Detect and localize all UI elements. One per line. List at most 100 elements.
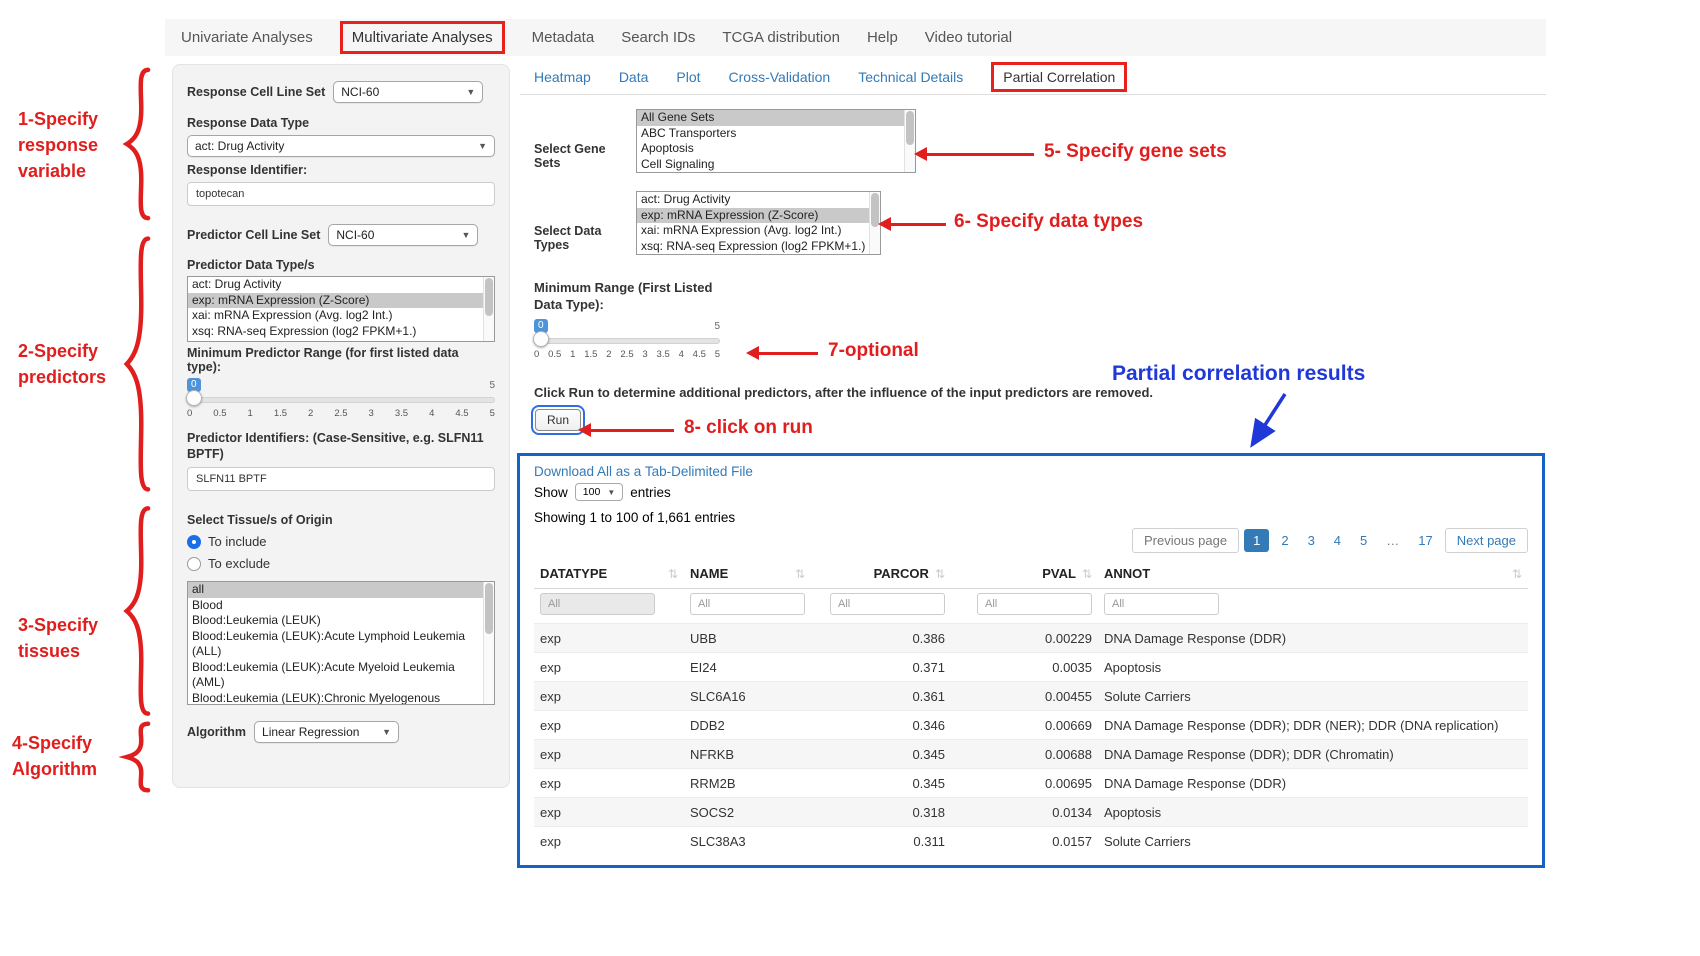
- slider-track[interactable]: [187, 397, 495, 403]
- cell-annot: Solute Carriers: [1098, 827, 1528, 856]
- tab-data[interactable]: Data: [619, 69, 649, 85]
- nav-item-univariate-analyses[interactable]: Univariate Analyses: [181, 29, 313, 46]
- nav-item-multivariate-analyses[interactable]: Multivariate Analyses: [340, 21, 505, 54]
- page: 1-Specify response variable 2-Specify pr…: [0, 0, 1700, 956]
- tab-plot[interactable]: Plot: [676, 69, 700, 85]
- listbox-option[interactable]: Blood:Leukemia (LEUK):Acute Lymphoid Leu…: [188, 629, 483, 660]
- column-header-name[interactable]: NAME⇅: [684, 559, 811, 589]
- page-button[interactable]: 17: [1411, 529, 1439, 552]
- filter-input-name[interactable]: [690, 593, 805, 615]
- page-button-current[interactable]: 1: [1244, 529, 1269, 552]
- filter-input-pval[interactable]: [977, 593, 1092, 615]
- annotation-step5: 5- Specify gene sets: [1044, 141, 1227, 163]
- table-row[interactable]: exp EI24 0.371 0.0035 Apoptosis: [534, 653, 1528, 682]
- nav-item-search-ids[interactable]: Search IDs: [621, 29, 695, 46]
- table-row[interactable]: exp SLC38A3 0.311 0.0157 Solute Carriers: [534, 827, 1528, 856]
- partial-correlation-results-panel: Download All as a Tab-Delimited File Sho…: [517, 453, 1545, 868]
- tab-technical-details[interactable]: Technical Details: [858, 69, 963, 85]
- cell-annot: DNA Damage Response (DDR); DDR (NER); DD…: [1098, 711, 1528, 740]
- listbox-option[interactable]: Cell Signaling: [637, 157, 904, 173]
- listbox-option[interactable]: ABC Transporters: [637, 126, 904, 142]
- slider-handle[interactable]: [186, 390, 202, 406]
- filter-input-parcor[interactable]: [830, 593, 945, 615]
- table-row[interactable]: exp SLC6A16 0.361 0.00455 Solute Carrier…: [534, 682, 1528, 711]
- tick-label: 0.5: [548, 349, 561, 360]
- cell-parcor: 0.346: [811, 711, 951, 740]
- response-data-type-select[interactable]: act: Drug Activity ▼: [187, 135, 495, 157]
- filter-input-datatype[interactable]: [540, 593, 655, 615]
- table-row[interactable]: exp NFRKB 0.345 0.00688 DNA Damage Respo…: [534, 740, 1528, 769]
- slider-max-label: 5: [714, 321, 720, 332]
- entries-count-select[interactable]: 100 ▼: [575, 483, 623, 501]
- sort-icon[interactable]: ⇅: [1512, 567, 1522, 581]
- nav-item-tcga-distribution[interactable]: TCGA distribution: [722, 29, 840, 46]
- tab-cross-validation[interactable]: Cross-Validation: [729, 69, 831, 85]
- listbox-option[interactable]: Apoptosis: [637, 141, 904, 157]
- listbox-option[interactable]: xai: mRNA Expression (Avg. log2 Int.): [637, 223, 869, 239]
- nav-item-video-tutorial[interactable]: Video tutorial: [925, 29, 1012, 46]
- listbox-option[interactable]: Blood:Leukemia (LEUK):Acute Myeloid Leuk…: [188, 660, 483, 691]
- cell-datatype: exp: [534, 682, 684, 711]
- filter-input-annot[interactable]: [1104, 593, 1219, 615]
- listbox-option[interactable]: act: Drug Activity: [637, 192, 869, 208]
- page-button[interactable]: 5: [1353, 529, 1374, 552]
- listbox-option-selected[interactable]: exp: mRNA Expression (Z-Score): [188, 293, 483, 309]
- tab-partial-correlation[interactable]: Partial Correlation: [991, 62, 1127, 92]
- column-header-datatype[interactable]: DATATYPE⇅: [534, 559, 684, 589]
- page-button[interactable]: 3: [1301, 529, 1322, 552]
- tab-heatmap[interactable]: Heatmap: [534, 69, 591, 85]
- scrollbar[interactable]: [483, 277, 494, 341]
- predictor-cell-line-set-select[interactable]: NCI-60 ▼: [328, 224, 478, 246]
- response-cell-line-set-select[interactable]: NCI-60 ▼: [333, 81, 483, 103]
- column-header-annot[interactable]: ANNOT⇅: [1098, 559, 1528, 589]
- column-header-pval[interactable]: PVAL⇅: [951, 559, 1098, 589]
- sort-icon[interactable]: ⇅: [795, 567, 805, 581]
- response-data-type-value: act: Drug Activity: [195, 139, 284, 153]
- listbox-option[interactable]: Blood:Leukemia (LEUK): [188, 613, 483, 629]
- cell-name: SOCS2: [684, 798, 811, 827]
- run-button[interactable]: Run: [535, 409, 581, 431]
- download-link[interactable]: Download All as a Tab-Delimited File: [534, 464, 1528, 479]
- listbox-option[interactable]: xai: mRNA Expression (Avg. log2 Int.): [188, 308, 483, 324]
- table-row[interactable]: exp UBB 0.386 0.00229 DNA Damage Respons…: [534, 624, 1528, 653]
- listbox-option[interactable]: Blood: [188, 598, 483, 614]
- annotation-brace-4: [120, 722, 154, 792]
- slider-track[interactable]: [534, 338, 720, 344]
- predictor-identifiers-input[interactable]: [187, 467, 495, 491]
- next-page-button[interactable]: Next page: [1445, 528, 1528, 553]
- scrollbar[interactable]: [483, 582, 494, 704]
- listbox-option[interactable]: xsq: RNA-seq Expression (log2 FPKM+1.): [637, 239, 869, 255]
- sort-icon[interactable]: ⇅: [668, 567, 678, 581]
- nav-item-metadata[interactable]: Metadata: [532, 29, 595, 46]
- radio-selected-icon: [187, 535, 201, 549]
- listbox-option-selected[interactable]: All Gene Sets: [637, 110, 904, 126]
- sort-icon[interactable]: ⇅: [1082, 567, 1092, 581]
- listbox-option-selected[interactable]: all: [188, 582, 483, 598]
- listbox-option[interactable]: xsq: RNA-seq Expression (log2 FPKM+1.): [188, 324, 483, 340]
- listbox-option-selected[interactable]: exp: mRNA Expression (Z-Score): [637, 208, 869, 224]
- page-button[interactable]: 2: [1274, 529, 1295, 552]
- listbox-option[interactable]: Blood:Leukemia (LEUK):Chronic Myelogenou…: [188, 691, 483, 706]
- tick-label: 0: [534, 349, 539, 360]
- column-header-parcor[interactable]: PARCOR⇅: [811, 559, 951, 589]
- page-button[interactable]: 4: [1327, 529, 1348, 552]
- tick-label: 1.5: [274, 408, 287, 419]
- sort-icon[interactable]: ⇅: [935, 567, 945, 581]
- table-row[interactable]: exp DDB2 0.346 0.00669 DNA Damage Respon…: [534, 711, 1528, 740]
- nav-item-help[interactable]: Help: [867, 29, 898, 46]
- previous-page-button[interactable]: Previous page: [1132, 528, 1239, 553]
- radio-to-exclude[interactable]: To exclude: [187, 556, 495, 571]
- algorithm-select[interactable]: Linear Regression ▼: [254, 721, 399, 743]
- entries-label: entries: [630, 485, 671, 500]
- listbox-option[interactable]: act: Drug Activity: [188, 277, 483, 293]
- cell-parcor: 0.345: [811, 740, 951, 769]
- annotation-step3: 3-Specify tissues: [18, 612, 98, 664]
- cell-pval: 0.00669: [951, 711, 1098, 740]
- table-row[interactable]: exp RRM2B 0.345 0.00695 DNA Damage Respo…: [534, 769, 1528, 798]
- table-row[interactable]: exp SOCS2 0.318 0.0134 Apoptosis: [534, 798, 1528, 827]
- scrollbar[interactable]: [904, 110, 915, 172]
- slider-handle[interactable]: [533, 331, 549, 347]
- tissues-label: Select Tissue/s of Origin: [187, 513, 495, 527]
- radio-to-include[interactable]: To include: [187, 534, 495, 549]
- response-identifier-input[interactable]: [187, 182, 495, 206]
